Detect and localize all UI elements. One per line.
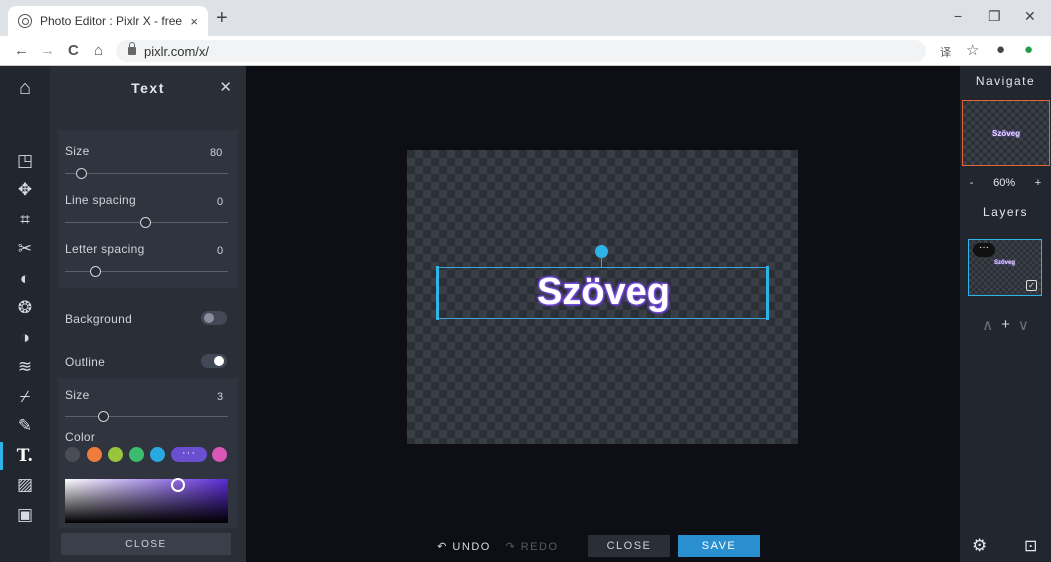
tool-strip: ⌂ ◳ ✥ ⌗ ✂ ◐ ❂ ◑ ≋ ⌿ ✎ T. ▨ ▣ bbox=[0, 66, 50, 562]
move-icon[interactable]: ✥ bbox=[0, 176, 50, 204]
text-layer-box[interactable]: Szöveg bbox=[436, 266, 769, 320]
outline-toggle-knob bbox=[214, 356, 224, 366]
zoom-out-button[interactable]: - bbox=[970, 177, 974, 189]
save-button[interactable]: SAVE bbox=[678, 535, 760, 557]
url-text: pixlr.com/x/ bbox=[144, 43, 210, 59]
zoom-controls: - 60% + bbox=[960, 174, 1051, 192]
restore-button[interactable]: ❐ bbox=[988, 8, 1001, 25]
redo-button[interactable]: ↷ REDO bbox=[502, 535, 562, 557]
color-swatch-gray[interactable] bbox=[65, 447, 80, 462]
color-swatch-pink[interactable] bbox=[212, 447, 227, 462]
size-slider-handle[interactable] bbox=[76, 168, 87, 179]
color-picker-gradient[interactable] bbox=[65, 479, 228, 523]
color-label: Color bbox=[65, 430, 96, 444]
layer-visibility-checkbox[interactable]: ✓ bbox=[1026, 280, 1037, 291]
add-layer-button[interactable]: + bbox=[1001, 316, 1010, 334]
browser-tab[interactable]: Photo Editor : Pixlr X - free image × bbox=[8, 6, 208, 36]
size-value: 80 bbox=[210, 147, 223, 159]
color-swatch-blue[interactable] bbox=[150, 447, 165, 462]
crop-icon[interactable]: ⌗ bbox=[0, 206, 50, 234]
arrange-icon[interactable]: ◳ bbox=[0, 147, 50, 175]
line-spacing-value: 0 bbox=[217, 196, 224, 208]
forward-button[interactable]: → bbox=[40, 42, 55, 59]
navigator-thumb-text: Szöveg bbox=[991, 128, 1020, 138]
line-spacing-slider-handle[interactable] bbox=[140, 217, 151, 228]
tab-title: Photo Editor : Pixlr X - free image bbox=[40, 14, 184, 28]
pixlr-app: ⌂ ◳ ✥ ⌗ ✂ ◐ ❂ ◑ ≋ ⌿ ✎ T. ▨ ▣ Text ✕ Size… bbox=[0, 66, 1051, 562]
color-swatch-lime[interactable] bbox=[108, 447, 123, 462]
size-label: Size bbox=[65, 144, 90, 158]
outline-toggle[interactable] bbox=[201, 354, 227, 368]
layer-more-button[interactable]: ··· bbox=[973, 243, 995, 257]
home-icon[interactable]: ⌂ bbox=[0, 74, 50, 102]
liquify-icon[interactable]: ≋ bbox=[0, 353, 50, 381]
layer-thumb-text: Szöveg bbox=[993, 260, 1015, 266]
cutout-icon[interactable]: ✂ bbox=[0, 235, 50, 263]
zoom-level[interactable]: 60% bbox=[993, 177, 1015, 189]
layers-title: Layers bbox=[982, 205, 1029, 219]
outline-size-slider-track[interactable] bbox=[65, 416, 228, 417]
letter-spacing-slider-handle[interactable] bbox=[90, 266, 101, 277]
filter-icon[interactable]: ❂ bbox=[0, 294, 50, 322]
browser-tab-bar: Photo Editor : Pixlr X - free image × + … bbox=[0, 0, 1051, 36]
settings-icon[interactable]: ⚙ bbox=[972, 536, 987, 556]
home-button[interactable]: ⌂ bbox=[94, 42, 103, 59]
layer-up-button[interactable]: ∧ bbox=[982, 316, 993, 334]
background-toggle-knob bbox=[204, 313, 214, 323]
line-spacing-label: Line spacing bbox=[65, 193, 136, 207]
panel-close-button[interactable]: CLOSE bbox=[61, 533, 231, 555]
color-picker-handle[interactable] bbox=[171, 478, 185, 492]
image-canvas[interactable]: Szöveg bbox=[407, 150, 798, 444]
adjust-icon[interactable]: ◐ bbox=[0, 265, 50, 293]
lock-icon bbox=[128, 42, 136, 55]
add-image-icon[interactable]: ▣ bbox=[0, 501, 50, 529]
color-swatch-orange[interactable] bbox=[87, 447, 102, 462]
letter-spacing-value: 0 bbox=[217, 245, 224, 257]
background-label: Background bbox=[65, 312, 133, 326]
back-button[interactable]: ← bbox=[14, 42, 29, 59]
size-slider-track[interactable] bbox=[65, 173, 228, 174]
profile-icon[interactable]: ● bbox=[996, 41, 1005, 58]
right-panel: Navigate Szöveg - 60% + Layers ··· Szöve… bbox=[960, 66, 1051, 562]
outline-label: Outline bbox=[65, 355, 106, 369]
browser-address-bar: ← → C ⌂ pixlr.com/x/ 译 ☆ ● ● bbox=[0, 36, 1051, 66]
color-swatch-green[interactable] bbox=[129, 447, 144, 462]
text-layer-thumbnail[interactable]: ··· Szöveg ✓ bbox=[968, 239, 1042, 296]
retouch-icon[interactable]: ⌿ bbox=[0, 383, 50, 411]
panel-close-icon[interactable]: ✕ bbox=[219, 78, 232, 96]
element-icon[interactable]: ▨ bbox=[0, 471, 50, 499]
minimize-button[interactable]: − bbox=[954, 8, 962, 24]
text-panel: Text ✕ Size 80 Line spacing 0 Letter spa… bbox=[50, 66, 246, 562]
url-field[interactable]: pixlr.com/x/ bbox=[116, 40, 926, 62]
draw-icon[interactable]: ✎ bbox=[0, 412, 50, 440]
zoom-in-button[interactable]: + bbox=[1035, 177, 1041, 189]
color-more-button[interactable]: ··· bbox=[171, 447, 207, 462]
letter-spacing-label: Letter spacing bbox=[65, 242, 145, 256]
reload-button[interactable]: C bbox=[68, 42, 79, 59]
layer-down-button[interactable]: ∨ bbox=[1018, 316, 1029, 334]
layer-actions: ∧ + ∨ bbox=[960, 316, 1051, 334]
close-button[interactable]: CLOSE bbox=[588, 535, 670, 557]
text-icon[interactable]: T. bbox=[0, 442, 50, 470]
navigate-title: Navigate bbox=[975, 74, 1036, 88]
outline-size-label: Size bbox=[65, 388, 90, 402]
bookmark-star-icon[interactable]: ☆ bbox=[966, 41, 979, 59]
outline-size-value: 3 bbox=[217, 391, 224, 403]
tab-close-icon[interactable]: × bbox=[190, 14, 198, 29]
navigator-thumbnail[interactable]: Szöveg bbox=[962, 100, 1050, 166]
canvas-text[interactable]: Szöveg bbox=[438, 271, 769, 314]
background-toggle[interactable] bbox=[201, 311, 227, 325]
window-close-button[interactable]: ✕ bbox=[1024, 8, 1036, 25]
translate-icon[interactable]: 译 bbox=[940, 44, 951, 60]
new-tab-button[interactable]: + bbox=[216, 8, 228, 28]
pixlr-favicon-icon bbox=[18, 14, 32, 28]
undo-button[interactable]: ↶ UNDO bbox=[434, 535, 494, 557]
outline-size-slider-handle[interactable] bbox=[98, 411, 109, 422]
panel-title: Text bbox=[131, 80, 165, 96]
effect-icon[interactable]: ◑ bbox=[0, 324, 50, 352]
extension-icon[interactable]: ● bbox=[1024, 41, 1033, 58]
collapse-panel-icon[interactable]: ⊡ bbox=[1024, 536, 1037, 556]
